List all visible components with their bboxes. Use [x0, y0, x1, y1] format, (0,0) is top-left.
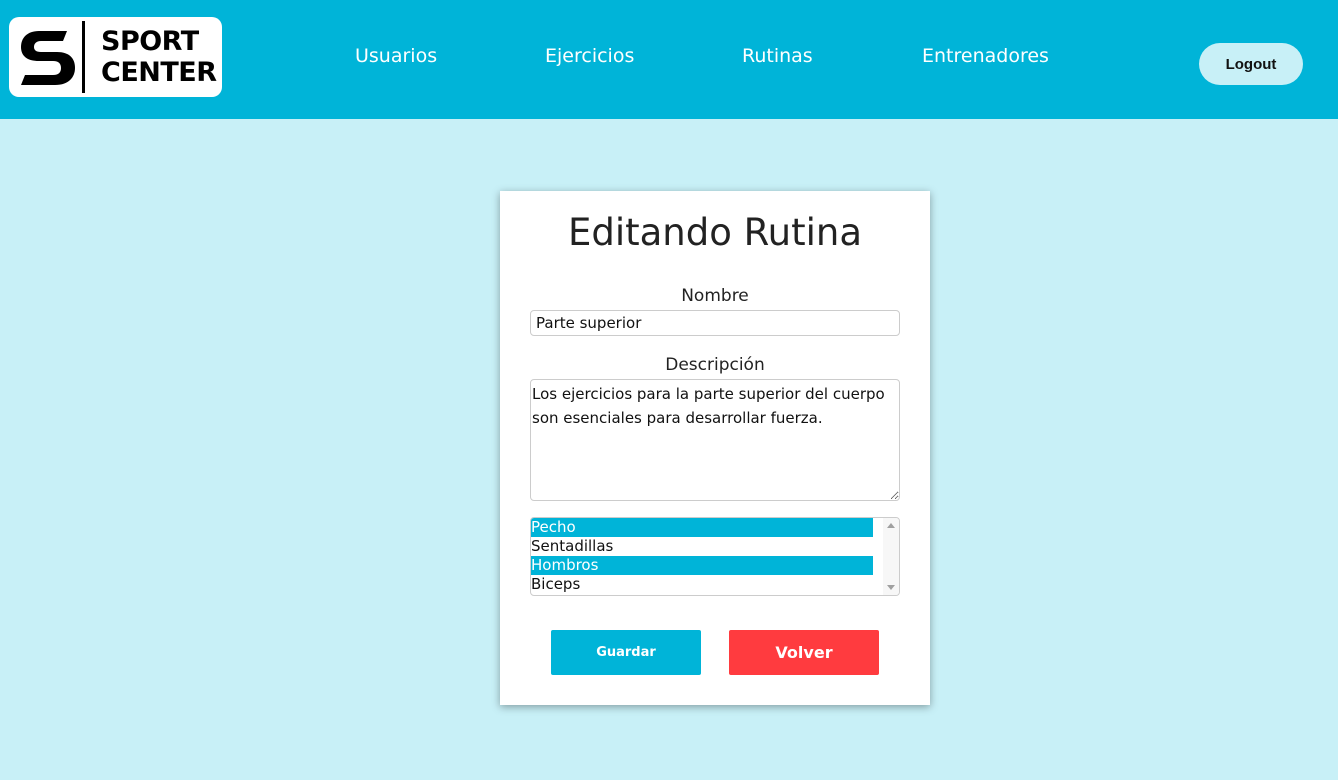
- navbar: SPORT CENTER Usuarios Ejercicios Rutinas…: [0, 0, 1338, 119]
- page-title: Editando Rutina: [567, 211, 863, 254]
- nombre-label: Nombre: [681, 286, 749, 306]
- scroll-down-arrow-icon[interactable]: [887, 585, 895, 590]
- logo-text-line1: SPORT: [101, 26, 199, 57]
- listbox-scrollbar[interactable]: [883, 518, 899, 595]
- ejercicio-option-hombros[interactable]: Hombros: [531, 556, 873, 575]
- nav-link-entrenadores[interactable]: Entrenadores: [922, 45, 1049, 67]
- logo-text-line2: CENTER: [101, 57, 217, 88]
- ejercicios-multiselect[interactable]: Pecho Sentadillas Hombros Biceps: [530, 517, 900, 596]
- logo-divider: [82, 21, 85, 93]
- nav-link-rutinas[interactable]: Rutinas: [742, 45, 813, 67]
- scroll-up-arrow-icon[interactable]: [887, 523, 895, 528]
- ejercicio-option-pecho[interactable]: Pecho: [531, 518, 873, 537]
- ejercicio-option-biceps[interactable]: Biceps: [531, 575, 873, 594]
- ejercicio-option-sentadillas[interactable]: Sentadillas: [531, 537, 873, 556]
- guardar-button[interactable]: Guardar: [551, 630, 701, 675]
- sport-center-logo[interactable]: SPORT CENTER: [9, 17, 222, 97]
- nombre-input[interactable]: [530, 310, 900, 336]
- descripcion-textarea[interactable]: Los ejercicios para la parte superior de…: [530, 379, 900, 501]
- nav-link-ejercicios[interactable]: Ejercicios: [545, 45, 634, 67]
- s-letter-logo-icon: [21, 31, 75, 85]
- volver-button[interactable]: Volver: [729, 630, 879, 675]
- edit-routine-card: Editando Rutina Nombre Descripción Los e…: [500, 191, 930, 705]
- nav-link-usuarios[interactable]: Usuarios: [355, 45, 437, 67]
- descripcion-label: Descripción: [665, 355, 765, 375]
- logout-button[interactable]: Logout: [1199, 43, 1303, 85]
- logo-text: SPORT CENTER: [101, 26, 217, 88]
